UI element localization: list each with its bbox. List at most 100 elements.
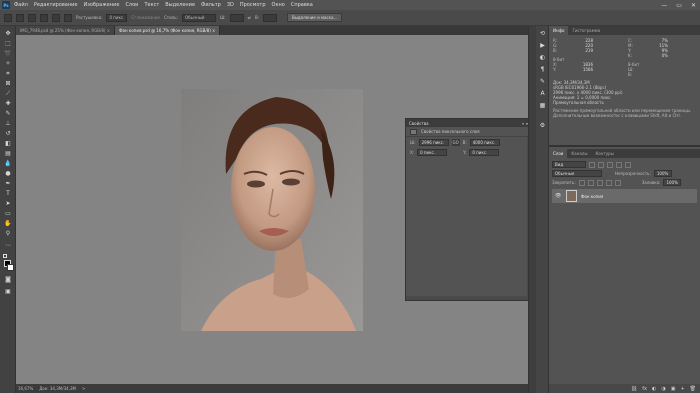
y-field[interactable]: 0 пикс. (469, 148, 500, 156)
maximize-icon[interactable]: ▭ (676, 2, 682, 9)
clone-stamp-icon[interactable]: ⊥ (3, 120, 13, 128)
filter-pixel-icon[interactable] (589, 161, 595, 168)
minimize-icon[interactable]: — (661, 2, 667, 9)
portrait-photo[interactable] (181, 89, 363, 331)
menu-file[interactable]: Файл (14, 2, 28, 8)
dodge-icon[interactable]: ● (3, 170, 13, 178)
eye-icon[interactable]: 👁 (555, 193, 562, 199)
healing-brush-icon[interactable]: ✚ (3, 100, 13, 108)
lock-image-icon[interactable] (587, 179, 594, 186)
menu-edit[interactable]: Редактирование (34, 2, 78, 8)
tab-img-7948[interactable]: IMG_7948.psd @ 25% (Фон копия, RGB/8) × (16, 26, 116, 35)
feather-input[interactable]: 0 пикс. (106, 13, 128, 22)
new-layer-icon[interactable]: + (680, 386, 684, 392)
screen-mode-icon[interactable]: ▣ (3, 288, 13, 296)
status-menu-icon[interactable]: > (82, 386, 85, 391)
filter-smart-icon[interactable] (625, 161, 631, 168)
antialias-checkbox[interactable]: Сглаживание (131, 15, 160, 20)
fill-input[interactable]: 100% (663, 179, 682, 186)
history-brush-icon[interactable]: ↺ (3, 130, 13, 138)
tab-channels[interactable]: Каналы (567, 149, 591, 158)
menu-filter[interactable]: Фильтр (201, 2, 221, 8)
filter-type-icon[interactable] (607, 161, 613, 168)
h-field[interactable]: 4000 пикс. (469, 138, 500, 146)
link-icon[interactable]: GO (451, 138, 460, 146)
menu-window[interactable]: Окно (272, 2, 285, 8)
new-selection-icon[interactable] (28, 13, 36, 22)
subtract-selection-icon[interactable] (52, 13, 60, 22)
panel-collapse-strip[interactable] (528, 26, 536, 393)
gradient-icon[interactable]: ▤ (3, 150, 13, 158)
menu-layers[interactable]: Слои (125, 2, 138, 8)
menu-help[interactable]: Справка (291, 2, 313, 8)
adjustments-icon[interactable]: ◐ (538, 54, 547, 62)
layer-row[interactable]: 👁 Фон копия (552, 189, 697, 203)
lock-artboard-icon[interactable] (605, 179, 612, 186)
character-icon[interactable]: A (538, 90, 547, 98)
close-icon[interactable]: ✕ (691, 2, 696, 9)
tab-histogram[interactable]: Гистограмма (568, 26, 604, 35)
intersect-selection-icon[interactable] (64, 13, 72, 22)
properties-resize-handle[interactable] (406, 296, 534, 300)
select-and-mask-button[interactable]: Выделение и маска... (287, 13, 343, 22)
magic-wand-icon[interactable]: ✧ (3, 60, 13, 68)
filter-adjust-icon[interactable] (598, 161, 604, 168)
height-input[interactable] (263, 13, 278, 22)
blur-icon[interactable]: 💧 (3, 160, 13, 168)
quick-mask-icon[interactable]: ◙ (3, 276, 13, 284)
menu-type[interactable]: Текст (144, 2, 159, 8)
layer-name[interactable]: Фон копия (581, 194, 603, 199)
width-input[interactable] (229, 13, 244, 22)
lock-all-icon[interactable] (614, 179, 621, 186)
lasso-icon[interactable]: ➰ (3, 50, 13, 58)
zoom-level[interactable]: 16,67% (18, 386, 33, 391)
paragraph-icon[interactable]: ¶ (538, 66, 547, 74)
brush-icon[interactable]: ✎ (3, 110, 13, 118)
marquee-preset-icon[interactable] (16, 13, 24, 22)
crop-icon[interactable]: ⌗ (3, 70, 13, 78)
layer-filter-select[interactable]: Вид (552, 161, 586, 168)
rectangle-shape-icon[interactable]: ▭ (3, 210, 13, 218)
default-colors-icon[interactable] (3, 254, 7, 258)
brush-settings-icon[interactable]: ✎ (538, 78, 547, 86)
blend-mode-select[interactable]: Обычные (552, 170, 602, 177)
add-selection-icon[interactable] (40, 13, 48, 22)
play-icon[interactable]: ▶ (538, 42, 547, 50)
hand-icon[interactable]: ✋ (3, 220, 13, 228)
tab-paths[interactable]: Контуры (591, 149, 617, 158)
rect-marquee-icon[interactable]: ⬚ (3, 40, 13, 48)
x-field[interactable]: 0 пикс. (417, 148, 448, 156)
link-layers-icon[interactable]: ⛓ (631, 386, 637, 392)
fx-icon[interactable]: fx (642, 386, 647, 392)
add-mask-icon[interactable]: ◐ (652, 386, 656, 392)
lock-position-icon[interactable] (596, 179, 603, 186)
filter-shape-icon[interactable] (616, 161, 622, 168)
move-tool-icon[interactable]: ✥ (3, 30, 13, 38)
style-select[interactable]: Обычный (181, 13, 216, 22)
new-group-icon[interactable]: ▣ (671, 386, 676, 392)
adjustment-layer-icon[interactable]: ◑ (661, 386, 665, 392)
menu-image[interactable]: Изображение (83, 2, 119, 8)
more-tools-icon[interactable]: ⋯ (3, 242, 13, 250)
pen-icon[interactable]: ✒ (3, 180, 13, 188)
type-icon[interactable]: T (3, 190, 13, 198)
swatches-icon[interactable]: ▦ (538, 102, 547, 110)
menu-3d[interactable]: 3D (227, 2, 234, 8)
tab-properties[interactable]: Свойства (409, 121, 429, 126)
eraser-icon[interactable]: ◧ (3, 140, 13, 148)
lock-transparent-icon[interactable] (578, 179, 585, 186)
path-select-icon[interactable]: ➤ (3, 200, 13, 208)
tab-fon-kopiya[interactable]: Фон копия.psd @ 16,7% (Фон копия, RGB/8)… (115, 26, 221, 35)
history-panel-icon[interactable]: ⟲ (538, 30, 547, 38)
frame-icon[interactable]: ⊠ (3, 80, 13, 88)
eyedropper-icon[interactable]: ⟋ (3, 90, 13, 98)
menu-select[interactable]: Выделение (165, 2, 195, 8)
zoom-icon[interactable]: ⚲ (3, 230, 13, 238)
tab-info[interactable]: Инфо (549, 26, 569, 35)
tab-layers[interactable]: Слои (549, 149, 568, 158)
opacity-input[interactable]: 100% (653, 170, 672, 177)
swap-icon[interactable]: ⇄ (248, 15, 251, 20)
background-color-swatch[interactable] (7, 264, 14, 271)
menu-view[interactable]: Просмотр (240, 2, 266, 8)
w-field[interactable]: 2996 пикс. (418, 138, 449, 146)
